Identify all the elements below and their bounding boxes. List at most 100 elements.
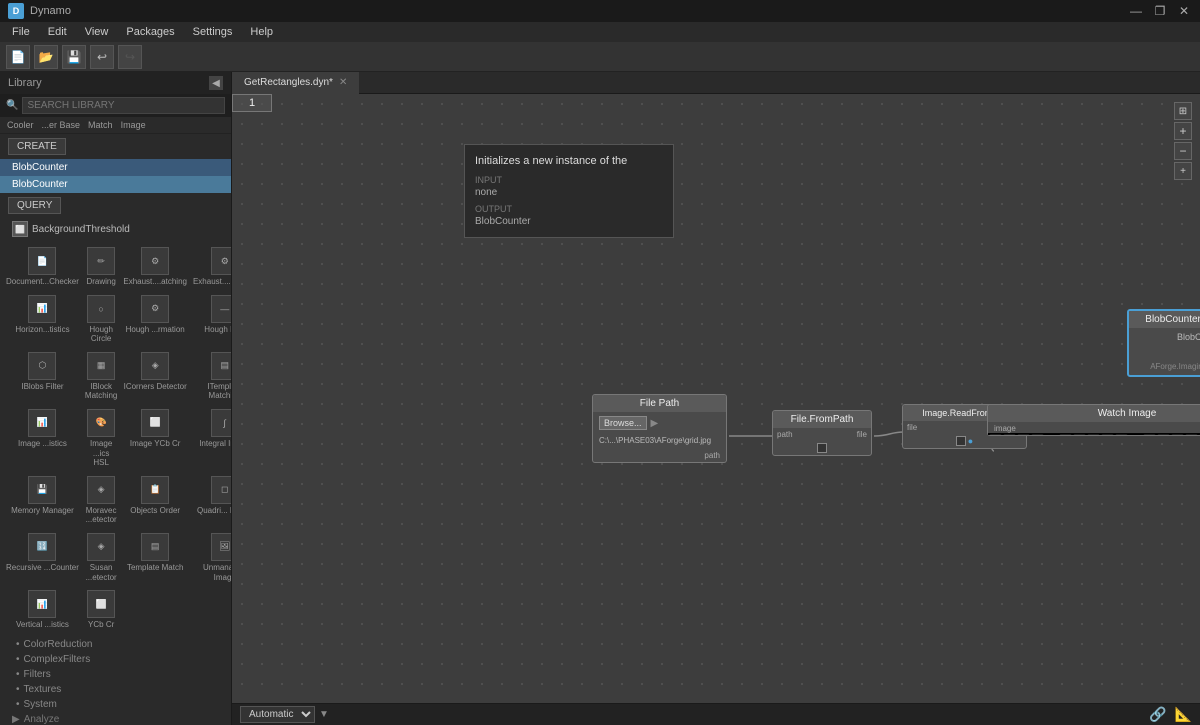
cat-tab-cooler[interactable]: Cooler — [4, 119, 37, 131]
lib-sub-filters[interactable]: • Filters — [0, 667, 231, 682]
redo-button[interactable]: ↪ — [118, 45, 142, 69]
node-frompath[interactable]: File.FromPath path file — [772, 410, 872, 456]
icon-item-icorners[interactable]: ◈ ICorners Detector — [121, 349, 189, 404]
save-button[interactable]: 💾 — [62, 45, 86, 69]
lib-item-backgroundthreshold[interactable]: ⬜ BackgroundThreshold — [0, 218, 231, 240]
icon-item-document[interactable]: 📄 Document...Checker — [4, 244, 81, 290]
icon-item-imageybc[interactable]: ⬜ Image YCb Cr — [121, 406, 189, 471]
icon-item-template[interactable]: ▤ Template Match — [121, 530, 189, 585]
icon-item-houghtrans1[interactable]: ⚙ Hough ...rmation — [121, 292, 189, 347]
canvas-area[interactable]: Initializes a new instance of the INPUT … — [232, 72, 1200, 725]
node-blobcounter[interactable]: BlobCounter.BlobCounter BlobCounter AFor… — [1127, 309, 1200, 377]
system-label: System — [24, 699, 57, 710]
lib-item-blobcounter2[interactable]: BlobCounter — [0, 176, 231, 193]
tooltip-output-label: OUTPUT — [475, 204, 663, 214]
icon-item-unmanaged[interactable]: 🖼 Unmanaged Image — [191, 530, 231, 585]
minimize-button[interactable]: — — [1128, 3, 1144, 19]
lib-cat-analyze[interactable]: ▶ Analyze — [0, 712, 231, 725]
zoom-in-button[interactable]: + — [1174, 122, 1192, 140]
vertical-icon: 📊 — [28, 590, 56, 618]
sidebar: Library ◀ 🔍 Cooler ...er Base Match Imag… — [0, 72, 232, 725]
houghcircle-icon: ○ — [87, 295, 115, 323]
icon-item-ycbcr[interactable]: ⬜ YCb Cr — [83, 587, 119, 633]
bullet-icon5: • — [16, 699, 20, 710]
lib-sub-colorreduction[interactable]: • ColorReduction — [0, 637, 231, 652]
cat-tab-image[interactable]: Image — [118, 119, 149, 131]
icon-item-objects[interactable]: 📋 Objects Order — [121, 473, 189, 528]
restore-button[interactable]: ❐ — [1152, 3, 1168, 19]
icon-item-imagestat[interactable]: 📊 Image ...istics — [4, 406, 81, 471]
icon-item-iblobs[interactable]: ⬡ IBlobs Filter — [4, 349, 81, 404]
run-mode-select[interactable]: Automatic — [240, 706, 315, 723]
open-button[interactable]: 📂 — [34, 45, 58, 69]
menu-file[interactable]: File — [4, 24, 38, 40]
menu-view[interactable]: View — [77, 24, 117, 40]
icon-item-exhaust1[interactable]: ⚙ Exhaust....atching — [121, 244, 189, 290]
icon-item-horizon[interactable]: 📊 Horizon...tistics — [4, 292, 81, 347]
icon-item-houghline[interactable]: — Hough Line — [191, 292, 231, 347]
bullet-icon: • — [16, 639, 20, 650]
icon-item-integral[interactable]: ∫ Integral Image — [191, 406, 231, 471]
icon-item-quadri[interactable]: ◻ Quadri... Finder — [191, 473, 231, 528]
new-button[interactable]: 📄 — [6, 45, 30, 69]
icon-item-houghcircle[interactable]: ○ Hough Circle — [83, 292, 119, 347]
fit-button[interactable]: ⊞ — [1174, 102, 1192, 120]
lib-item-label2: BlobCounter — [12, 179, 68, 190]
lib-sub-complexfilters[interactable]: • ComplexFilters — [0, 652, 231, 667]
lib-sub-system[interactable]: • System — [0, 697, 231, 712]
lib-sub-textures[interactable]: • Textures — [0, 682, 231, 697]
imagehsl-icon: 🎨 — [87, 409, 115, 437]
link-icon[interactable]: 🔗 — [1149, 706, 1166, 723]
browse-button[interactable]: Browse... — [599, 416, 647, 430]
bullet-icon3: • — [16, 669, 20, 680]
icon-item-imagehsl[interactable]: 🎨 Image ...ics HSL — [83, 406, 119, 471]
blobcounter-sub: BlobCounter — [1129, 328, 1200, 346]
close-button[interactable]: ✕ — [1176, 3, 1192, 19]
icon-item-iblock[interactable]: ▦ IBlock Matching — [83, 349, 119, 404]
objects-icon: 📋 — [141, 476, 169, 504]
layout-icon[interactable]: 📐 — [1175, 706, 1192, 723]
node-filepath[interactable]: File Path Browse... ▶ C:\...\PHASE03\AFo… — [592, 394, 727, 463]
menu-packages[interactable]: Packages — [118, 24, 182, 40]
icon-item-memory[interactable]: 💾 Memory Manager — [4, 473, 81, 528]
expand-button[interactable]: + — [1174, 162, 1192, 180]
canvas-content[interactable]: ⊞ + − + 1 B — [232, 94, 1200, 725]
quadri-icon: ◻ — [211, 476, 231, 504]
icon-item-exhaust2[interactable]: ⚙ Exhaust....atching — [191, 244, 231, 290]
query-button[interactable]: QUERY — [8, 197, 61, 214]
lib-item-blobcounter-active[interactable]: BlobCounter — [0, 159, 231, 176]
bottombar: Automatic ▼ 🔗 📐 — [232, 703, 1200, 725]
complexfilters-label: ComplexFilters — [24, 654, 91, 665]
blobcounter-port-row — [1129, 346, 1200, 360]
titlebar: D Dynamo — ❐ ✕ — [0, 0, 1200, 22]
menu-help[interactable]: Help — [242, 24, 281, 40]
cat-tab-base[interactable]: ...er Base — [39, 119, 84, 131]
tooltip-title: Initializes a new instance of the — [475, 155, 663, 167]
create-button[interactable]: CREATE — [8, 138, 66, 155]
zoom-out-button[interactable]: − — [1174, 142, 1192, 160]
category-tabs: Cooler ...er Base Match Image — [0, 117, 231, 134]
icon-item-moravec[interactable]: ◈ Moravec ...etector — [83, 473, 119, 528]
icon-item-itemplate[interactable]: ▤ ITemplate Matching — [191, 349, 231, 404]
tooltip-input-label: INPUT — [475, 175, 663, 185]
cat-tab-match[interactable]: Match — [85, 119, 116, 131]
menu-settings[interactable]: Settings — [185, 24, 241, 40]
tab-close-button[interactable]: ✕ — [339, 77, 347, 88]
sidebar-title: Library — [8, 77, 42, 89]
watchimage-header-label: Watch Image — [1098, 408, 1157, 419]
icon-item-drawing[interactable]: ✏ Drawing — [83, 244, 119, 290]
menu-edit[interactable]: Edit — [40, 24, 75, 40]
filepath-header: File Path — [593, 395, 726, 412]
bottombar-left: Automatic ▼ — [240, 706, 329, 723]
icon-item-susan[interactable]: ◈ Susan ...etector — [83, 530, 119, 585]
undo-button[interactable]: ↩ — [90, 45, 114, 69]
icon-item-recursive[interactable]: 🔢 Recursive ...Counter — [4, 530, 81, 585]
sidebar-collapse-button[interactable]: ◀ — [209, 76, 223, 90]
node-watchimage[interactable]: Watch Image image image — [987, 404, 1200, 436]
search-input[interactable] — [22, 97, 225, 114]
icorners-icon: ◈ — [141, 352, 169, 380]
imagestat-icon: 📊 — [28, 409, 56, 437]
icon-item-vertical[interactable]: 📊 Vertical ...istics — [4, 587, 81, 633]
tab-getrectangles[interactable]: GetRectangles.dyn* ✕ — [232, 72, 359, 94]
tab-bar: GetRectangles.dyn* ✕ — [232, 72, 1200, 94]
